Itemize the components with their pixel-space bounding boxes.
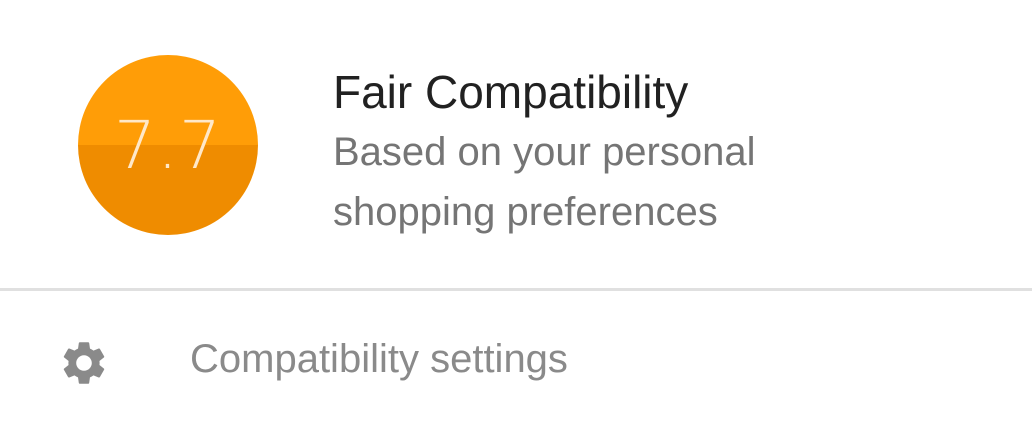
compatibility-title: Fair Compatibility: [333, 66, 689, 118]
compatibility-text: Fair Compatibility Based on your persona…: [333, 62, 993, 242]
gear-icon: [63, 342, 105, 384]
compatibility-summary: 7.7 Fair Compatibility Based on your per…: [0, 0, 1032, 288]
compatibility-score-badge: 7.7: [78, 55, 258, 235]
compatibility-settings-label: Compatibility settings: [190, 337, 568, 381]
compatibility-card: 7.7 Fair Compatibility Based on your per…: [0, 0, 1032, 432]
compatibility-settings-button[interactable]: Compatibility settings: [0, 291, 1032, 432]
compatibility-description: Based on your personal shopping preferen…: [333, 130, 756, 234]
compatibility-score: 7.7: [114, 106, 222, 184]
